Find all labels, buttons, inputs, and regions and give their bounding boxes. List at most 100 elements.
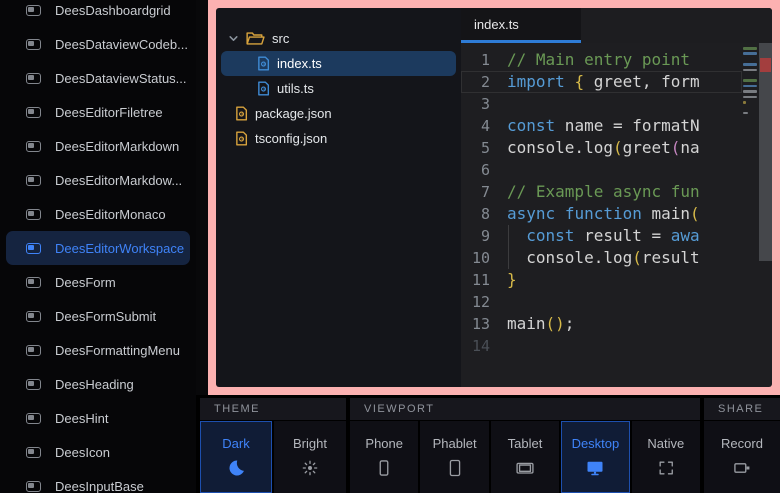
code-line-3[interactable]: 3 [461, 93, 742, 115]
tree-item-package.json[interactable]: package.json [221, 101, 456, 126]
tree-item-index.ts[interactable]: index.ts [221, 51, 456, 76]
line-number: 1 [461, 49, 507, 71]
code-line-9[interactable]: 9 const result = awa [461, 225, 742, 247]
sidebar-item-deesdashboardgrid[interactable]: DeesDashboardgrid [6, 0, 190, 27]
scrollbar-thumb[interactable] [759, 43, 772, 261]
code-line-4[interactable]: 4 const name = formatN [461, 115, 742, 137]
sidebar-item-deesformsubmit[interactable]: DeesFormSubmit [6, 299, 190, 333]
code-line-2[interactable]: 2 import { greet, form [461, 71, 742, 93]
sidebar-item-deeshint[interactable]: DeesHint [6, 401, 190, 435]
sidebar-item-deesdataviewstatus[interactable]: DeesDataviewStatus... [6, 61, 190, 95]
sidebar-item-label: DeesDataviewStatus... [55, 71, 187, 86]
native-button[interactable]: Native [632, 421, 700, 493]
record-icon [731, 458, 753, 478]
minimap-line [743, 96, 757, 99]
record-button[interactable]: Record [704, 421, 780, 493]
preview-frame: src index.ts utils.ts package.json tsconfig.… [208, 0, 780, 395]
sidebar-item-deesinputbase[interactable]: DeesInputBase [6, 469, 190, 493]
sidebar-item-deeseditormarkdown[interactable]: DeesEditorMarkdown [6, 129, 190, 163]
toolbar-section-label-share: SHARE [704, 398, 780, 420]
sidebar-item-deesheading[interactable]: DeesHeading [6, 367, 190, 401]
line-number: 2 [461, 71, 507, 93]
code-text: console.log(greet(na [507, 137, 700, 159]
component-window-icon [26, 175, 41, 186]
tablet-button[interactable]: Tablet [491, 421, 559, 493]
bottom-toolbar: THEMEVIEWPORTSHARE DarkBright Phone Phable… [196, 395, 780, 493]
sidebar-item-deesform[interactable]: DeesForm [6, 265, 190, 299]
code-text: import { greet, form [507, 71, 700, 93]
main-area: src index.ts utils.ts package.json tsconfig.… [196, 0, 780, 493]
code-line-1[interactable]: 1 // Main entry point [461, 49, 742, 71]
chevron-down-icon[interactable] [227, 33, 239, 45]
code-line-14[interactable]: 14 [461, 335, 742, 357]
code-line-7[interactable]: 7 // Example async fun [461, 181, 742, 203]
sidebar-item-deesformattingmenu[interactable]: DeesFormattingMenu [6, 333, 190, 367]
code-text: main(); [507, 313, 574, 335]
dark-button[interactable]: Dark [200, 421, 272, 493]
line-number: 5 [461, 137, 507, 159]
tree-item-label: src [272, 31, 289, 46]
button-label: Tablet [508, 436, 543, 451]
phone-icon [374, 458, 394, 478]
moon-icon [226, 458, 246, 478]
button-label: Phone [365, 436, 403, 451]
button-label: Desktop [572, 436, 620, 451]
tree-item-label: package.json [255, 106, 332, 121]
tree-item-utils.ts[interactable]: utils.ts [221, 76, 456, 101]
tree-item-src[interactable]: src [221, 26, 456, 51]
component-window-icon [26, 311, 41, 322]
phablet-button[interactable]: Phablet [420, 421, 488, 493]
tree-item-label: utils.ts [277, 81, 314, 96]
code-text: console.log(result [507, 247, 700, 269]
editor-body: 1 // Main entry point2 import { greet, f… [461, 43, 772, 387]
toolbar-section-label-viewport: VIEWPORT [350, 398, 700, 420]
code-line-10[interactable]: 10 console.log(result [461, 247, 742, 269]
scrollbar-red-marker [760, 58, 771, 72]
component-window-icon [26, 107, 41, 118]
sidebar-item-deeseditormarkdow[interactable]: DeesEditorMarkdow... [6, 163, 190, 197]
code-line-6[interactable]: 6 [461, 159, 742, 181]
editor-minimap[interactable] [742, 43, 759, 387]
code-line-13[interactable]: 13 main(); [461, 313, 742, 335]
sidebar-item-deesdataviewcodeb[interactable]: DeesDataviewCodeb... [6, 27, 190, 61]
desktop-icon [584, 458, 606, 478]
typescript-file-icon [257, 56, 270, 71]
component-window-icon [26, 39, 41, 50]
toolbar-button-groups: DarkBright Phone Phablet Tablet Desktop Nativ… [200, 421, 780, 493]
component-window-icon [26, 141, 41, 152]
tree-item-tsconfig.json[interactable]: tsconfig.json [221, 126, 456, 151]
code-text: async function main( [507, 203, 700, 225]
component-window-icon [26, 447, 41, 458]
minimap-line [743, 47, 757, 50]
editor-scrollbar[interactable] [759, 43, 772, 387]
native-icon [656, 458, 676, 478]
code-line-12[interactable]: 12 [461, 291, 742, 313]
sidebar-item-deeseditorworkspace[interactable]: DeesEditorWorkspace [6, 231, 190, 265]
code-text: // Main entry point [507, 49, 690, 71]
line-number: 13 [461, 313, 507, 335]
editor-tab-index-ts[interactable]: index.ts [461, 8, 581, 43]
code-line-5[interactable]: 5 console.log(greet(na [461, 137, 742, 159]
sidebar-item-deeseditorfiletree[interactable]: DeesEditorFiletree [6, 95, 190, 129]
component-window-icon [26, 413, 41, 424]
editor-tab-label: index.ts [474, 17, 519, 32]
line-number: 3 [461, 93, 507, 115]
code-line-8[interactable]: 8 async function main( [461, 203, 742, 225]
minimap-line [743, 90, 757, 93]
code-text: const result = awa [507, 225, 700, 247]
sidebar-item-deesicon[interactable]: DeesIcon [6, 435, 190, 469]
line-number: 14 [461, 335, 507, 357]
button-label: Phablet [433, 436, 477, 451]
minimap-line [743, 63, 757, 66]
bright-button[interactable]: Bright [274, 421, 346, 493]
phablet-icon [445, 458, 465, 478]
tablet-icon [514, 458, 536, 478]
code-area[interactable]: 1 // Main entry point2 import { greet, f… [461, 43, 742, 387]
workspace-canvas: src index.ts utils.ts package.json tsconfig.… [216, 8, 772, 387]
code-line-11[interactable]: 11 } [461, 269, 742, 291]
toolbar-section-label-theme: THEME [200, 398, 346, 420]
sidebar-item-deeseditormonaco[interactable]: DeesEditorMonaco [6, 197, 190, 231]
desktop-button[interactable]: Desktop [561, 421, 629, 493]
line-number: 12 [461, 291, 507, 313]
phone-button[interactable]: Phone [350, 421, 418, 493]
